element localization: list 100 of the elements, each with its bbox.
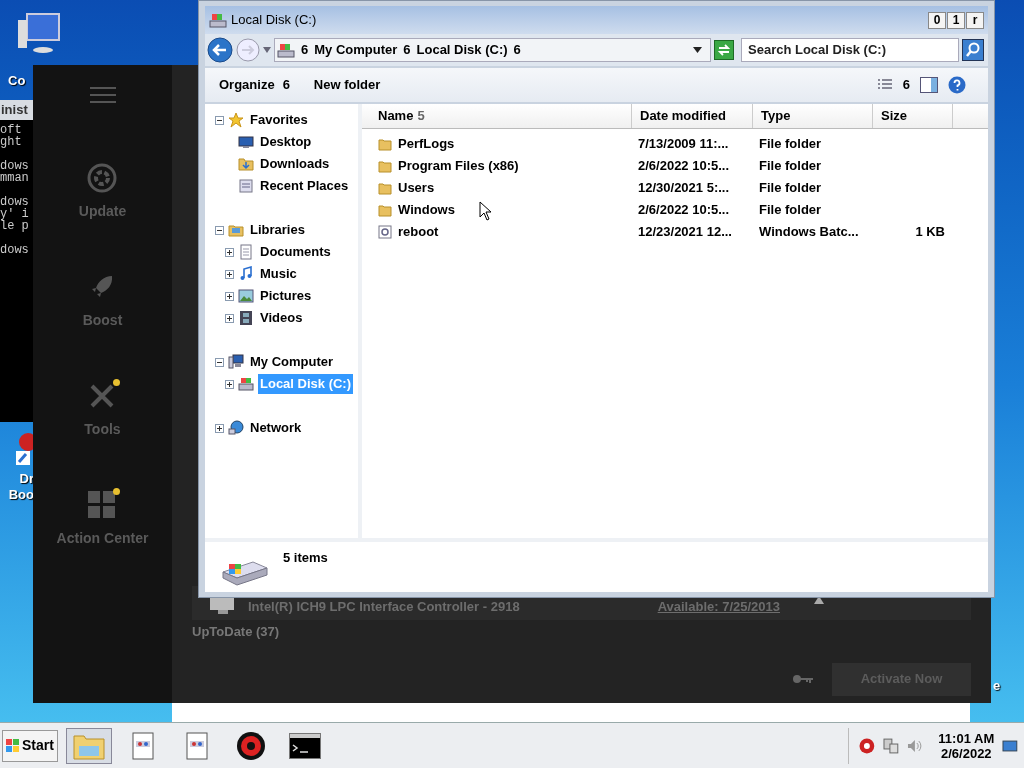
- file-name[interactable]: Users: [398, 178, 435, 198]
- network-icon[interactable]: [882, 737, 899, 754]
- search-icon[interactable]: [962, 39, 984, 61]
- search-placeholder: Search Local Disk (C:): [748, 41, 886, 60]
- expand-toggle[interactable]: [225, 247, 234, 257]
- expand-toggle[interactable]: [225, 269, 234, 279]
- file-name[interactable]: reboot: [398, 222, 439, 242]
- address-bar[interactable]: 6 My Computer 6 Local Disk (C:) 6: [274, 38, 711, 62]
- start-button[interactable]: Start: [2, 729, 58, 762]
- grid-icon[interactable]: [87, 490, 118, 520]
- folder-icon: [378, 159, 392, 173]
- collapse-toggle[interactable]: [215, 357, 224, 367]
- nav-item[interactable]: Desktop: [258, 132, 314, 152]
- expand-toggle[interactable]: [225, 291, 234, 301]
- nav-item[interactable]: Videos: [258, 308, 305, 328]
- column-header[interactable]: Date modified: [632, 104, 753, 128]
- type-cell-text: File folder: [758, 135, 823, 154]
- clock-date[interactable]: 2/6/2022: [941, 745, 992, 761]
- file-name[interactable]: Windows: [398, 200, 455, 220]
- breadcrumb-item[interactable]: 6: [513, 40, 521, 60]
- lifebuoy-icon[interactable]: [87, 163, 118, 193]
- organize-button[interactable]: Organize 6: [219, 75, 290, 95]
- network-icon: [228, 420, 244, 436]
- app-shortcut-icon: [14, 432, 34, 468]
- window-title: Local Disk (C:): [231, 11, 317, 30]
- nav-item[interactable]: Pictures: [258, 286, 314, 306]
- file-name[interactable]: PerfLogs: [398, 134, 455, 154]
- date-cell-text: 2/6/2022 10:5...: [637, 157, 731, 176]
- desktop-icon-label[interactable]: Co: [8, 74, 26, 88]
- folder-icon: [238, 156, 254, 172]
- drive-icon: [209, 12, 227, 28]
- show-desktop-icon[interactable]: [1002, 737, 1018, 754]
- caption-button[interactable]: 0: [928, 11, 946, 29]
- terminal-icon: [288, 732, 321, 759]
- expand-toggle[interactable]: [225, 379, 234, 389]
- nav-item[interactable]: Downloads: [258, 154, 332, 174]
- type-cell-text: Windows Batc...: [758, 223, 860, 242]
- caption-button[interactable]: r: [966, 11, 984, 29]
- console-text: ght: [0, 136, 23, 148]
- nav-item[interactable]: Recent Places: [258, 176, 351, 196]
- nav-item[interactable]: Favorites: [248, 110, 310, 130]
- clock-time[interactable]: 11:01 AM: [938, 730, 995, 746]
- console-title: inist: [1, 101, 28, 120]
- date-cell-text: 12/23/2021 12...: [637, 223, 733, 242]
- breadcrumb-item[interactable]: Local Disk (C:): [416, 40, 508, 60]
- nav-item[interactable]: Music: [258, 264, 299, 284]
- preview-pane-icon[interactable]: [920, 77, 938, 93]
- search-field[interactable]: Search Local Disk (C:): [741, 38, 959, 62]
- caret-icon[interactable]: [263, 47, 271, 53]
- key-icon[interactable]: [792, 674, 814, 684]
- type-cell-text: File folder: [758, 179, 823, 198]
- caption-button[interactable]: 1: [947, 11, 965, 29]
- dropdown-icon[interactable]: [693, 47, 702, 53]
- type-cell-text: File folder: [758, 201, 823, 220]
- app-tray-icon[interactable]: [859, 737, 875, 754]
- console-text: dows: [0, 196, 30, 208]
- console-text: y' i: [0, 208, 30, 220]
- size-cell-text: 1 KB: [914, 223, 946, 242]
- console-text: dows: [0, 160, 30, 172]
- music-note-icon: [238, 266, 254, 282]
- document-icon: [185, 731, 208, 760]
- breadcrumb-item[interactable]: 6: [301, 40, 309, 60]
- view-arrow[interactable]: 6: [902, 75, 910, 95]
- windows-logo-icon: [6, 738, 20, 753]
- driver-name: Intel(R) ICH9 LPC Interface Controller - 2918: [248, 597, 520, 616]
- library-icon: [228, 222, 244, 238]
- help-icon[interactable]: [948, 76, 966, 94]
- view-list-icon[interactable]: [876, 78, 893, 92]
- expand-toggle[interactable]: [215, 423, 224, 433]
- nav-item[interactable]: Documents: [258, 242, 333, 262]
- type-cell-text: File folder: [758, 157, 823, 176]
- sort-arrow: 5: [417, 107, 425, 126]
- star-icon: [228, 112, 244, 128]
- date-cell-text: 7/13/2009 11:...: [637, 135, 730, 154]
- refresh-icon[interactable]: [714, 40, 734, 60]
- collapse-toggle[interactable]: [215, 115, 224, 125]
- document-icon: [238, 244, 254, 260]
- expand-toggle[interactable]: [225, 313, 234, 323]
- folder-icon: [378, 181, 392, 195]
- column-header[interactable]: Name 5: [362, 104, 632, 128]
- picture-icon: [238, 288, 254, 304]
- section-label: UpToDate (37): [192, 623, 281, 641]
- back-icon[interactable]: [207, 37, 233, 63]
- breadcrumb-item[interactable]: 6: [403, 40, 411, 60]
- menu-icon[interactable]: [89, 87, 116, 103]
- date-cell-text: 12/30/2021 5:...: [637, 179, 731, 198]
- monitor-icon: [238, 134, 254, 150]
- nav-item[interactable]: Network: [248, 418, 304, 438]
- column-header[interactable]: Type: [753, 104, 873, 128]
- console-text: le p: [0, 220, 30, 232]
- nav-item[interactable]: Libraries: [248, 220, 307, 240]
- column-header[interactable]: Size: [873, 104, 953, 128]
- breadcrumb-item[interactable]: My Computer: [314, 40, 398, 60]
- new-folder-button[interactable]: New folder: [313, 75, 381, 95]
- collapse-toggle[interactable]: [215, 225, 224, 235]
- nav-item[interactable]: My Computer: [248, 352, 336, 372]
- places-icon: [238, 178, 254, 194]
- file-name[interactable]: Program Files (x86): [398, 156, 519, 176]
- drive-icon: [277, 42, 295, 58]
- console-text: oft: [0, 124, 23, 136]
